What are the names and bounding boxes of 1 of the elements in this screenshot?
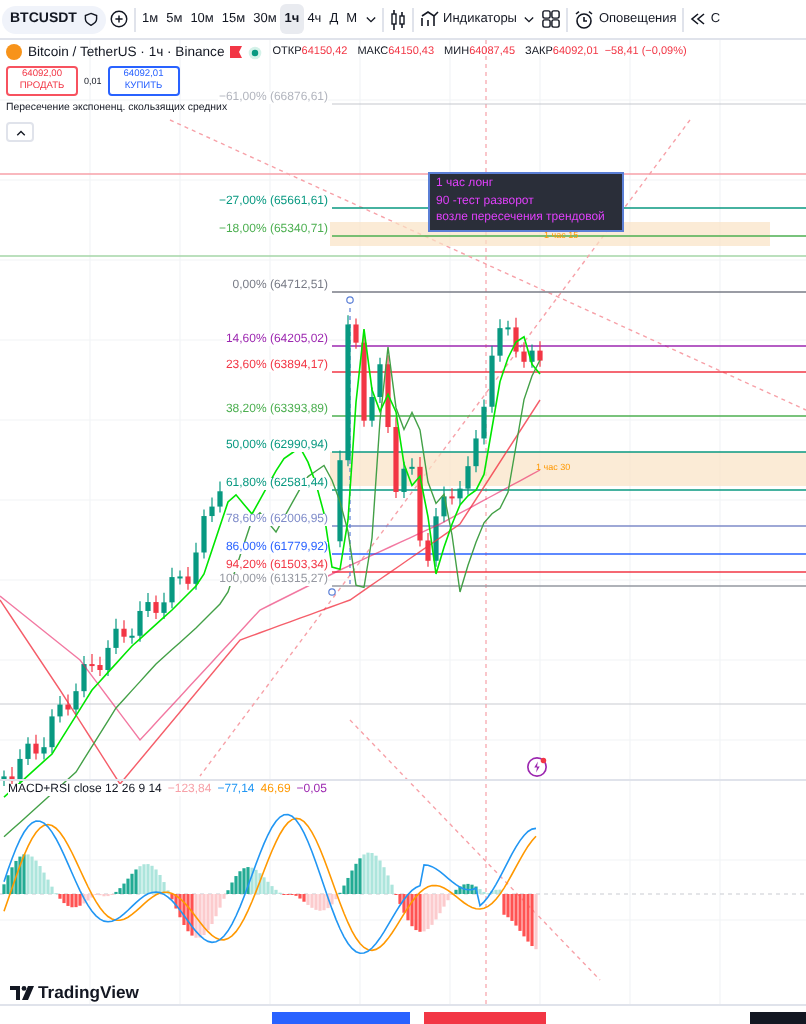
logo-text: TradingView xyxy=(38,982,139,1002)
